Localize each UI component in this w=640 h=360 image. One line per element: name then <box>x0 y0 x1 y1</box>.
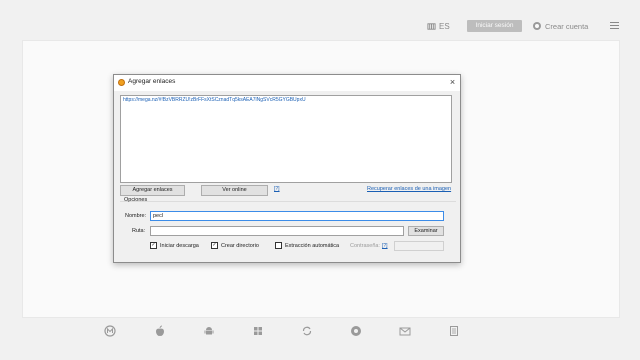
help-link-2[interactable]: [?] <box>382 243 388 249</box>
close-icon[interactable]: × <box>447 77 458 88</box>
path-label: Ruta: <box>132 228 146 234</box>
megasync-icon[interactable] <box>104 325 116 337</box>
auto-extract-checkbox[interactable] <box>275 242 282 249</box>
language-label: ES <box>439 21 450 31</box>
view-online-button[interactable]: Ver online <box>201 185 268 196</box>
mail-icon[interactable] <box>399 325 411 337</box>
dialog-titlebar: Agregar enlaces × <box>114 75 460 91</box>
help-link-1[interactable]: [?] <box>274 186 280 192</box>
auto-extract-label: Extracción automática <box>285 243 340 249</box>
page: ES Iniciar sesión Crear cuenta Agregar e… <box>0 0 640 360</box>
browser-icon[interactable] <box>350 325 362 337</box>
start-download-label: Iniciar descarga <box>160 243 199 249</box>
language-selector[interactable]: ES <box>427 20 450 32</box>
platform-bar <box>0 318 640 360</box>
recover-links-link[interactable]: Recuperar enlaces de una imagen <box>367 186 451 192</box>
dialog-title: Agregar enlaces <box>128 78 176 85</box>
password-label: Contraseña: <box>350 243 380 249</box>
document-icon[interactable] <box>448 325 460 337</box>
browse-button[interactable]: Examinar <box>408 226 444 236</box>
create-account-label: Crear cuenta <box>545 21 589 31</box>
apple-icon[interactable] <box>154 325 166 337</box>
sync-icon[interactable] <box>301 325 313 337</box>
create-directory-label: Crear directorio <box>221 243 259 249</box>
password-field[interactable] <box>394 241 444 251</box>
mega-logo-icon <box>118 79 125 86</box>
windows-icon[interactable] <box>252 325 264 337</box>
add-links-button[interactable]: Agregar enlaces <box>120 185 185 196</box>
create-account-link[interactable]: Crear cuenta <box>533 20 588 32</box>
link-text: https://mega.nz/#!BzVBRRZU!zBrFFsXtSCzna… <box>123 97 306 103</box>
android-icon[interactable] <box>203 325 215 337</box>
name-label: Nombre: <box>125 213 147 219</box>
account-icon <box>533 22 541 30</box>
menu-icon[interactable] <box>610 22 619 30</box>
name-field[interactable]: pecl <box>150 211 444 221</box>
login-button[interactable]: Iniciar sesión <box>467 20 522 32</box>
start-download-checkbox[interactable]: ✓ <box>150 242 157 249</box>
language-icon <box>427 22 436 30</box>
create-directory-checkbox[interactable]: ✓ <box>211 242 218 249</box>
options-label: Opciones <box>124 197 148 203</box>
add-links-dialog: Agregar enlaces × https://mega.nz/#!BzVB… <box>113 74 461 263</box>
path-field[interactable] <box>150 226 404 236</box>
links-textarea[interactable]: https://mega.nz/#!BzVBRRZU!zBrFFsXtSCzna… <box>120 95 452 183</box>
